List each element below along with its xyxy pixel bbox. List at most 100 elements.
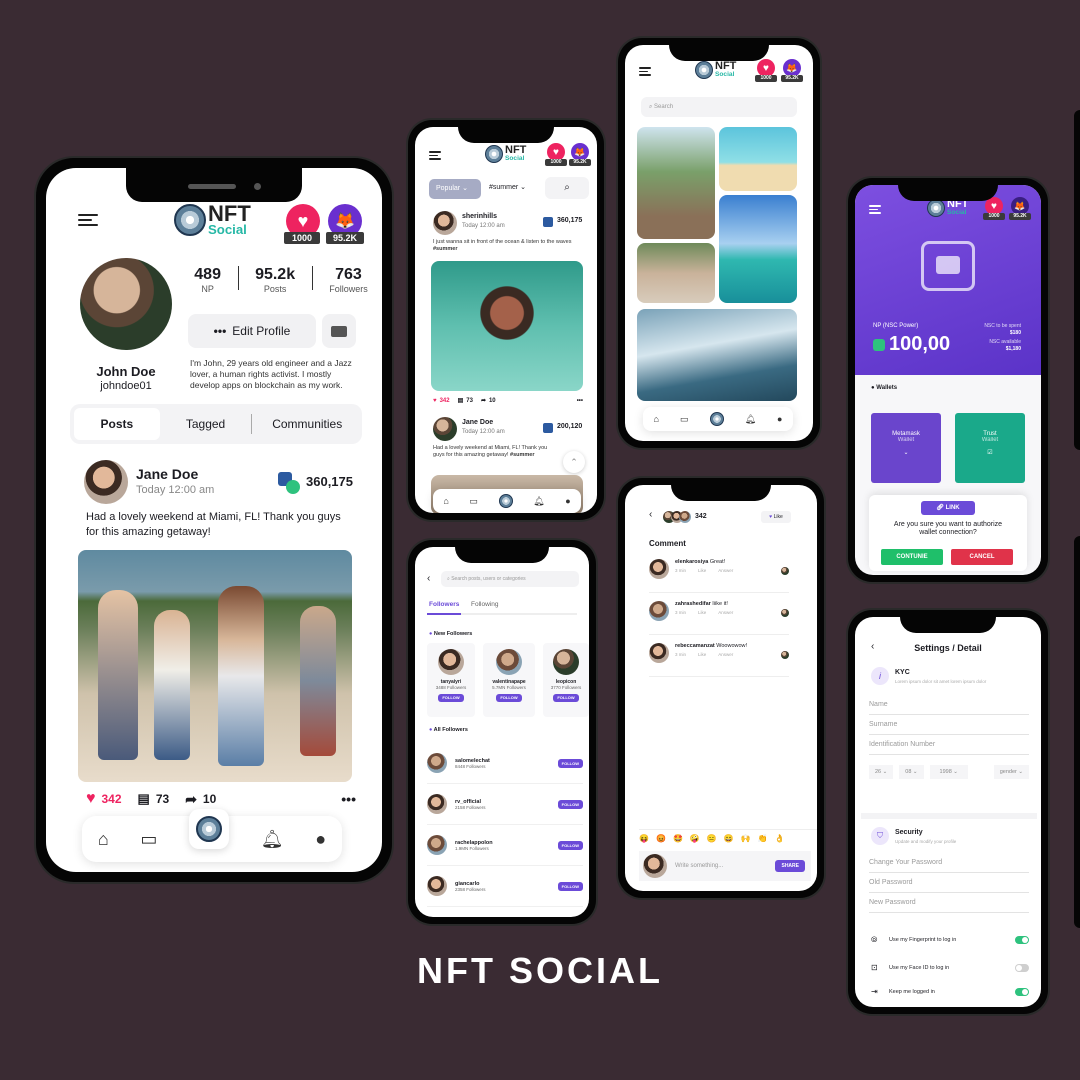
menu-icon[interactable] <box>639 67 651 79</box>
fingerprint-toggle[interactable] <box>1015 936 1029 944</box>
comment-avatar[interactable] <box>649 601 669 621</box>
menu-icon[interactable] <box>429 151 441 163</box>
new-follower-card[interactable]: leopicon 3770 Followers FOLLOW <box>543 643 589 717</box>
explore-photo-sea[interactable] <box>719 195 797 303</box>
like-icon[interactable]: ♥ <box>433 398 437 404</box>
follower-row[interactable]: salomelechat 8448 Followers FOLLOW <box>427 743 583 784</box>
emoji-button[interactable]: 🤩 <box>673 834 683 843</box>
share-icon[interactable]: ➦ <box>481 397 486 404</box>
explore-photo-beach[interactable] <box>719 127 797 191</box>
camera-nav-icon[interactable] <box>189 809 230 849</box>
tab-following[interactable]: Following <box>471 601 498 608</box>
comment-answer-link[interactable]: Answer <box>718 610 733 615</box>
tag-summer[interactable]: #summer ⌄ <box>489 183 526 191</box>
continue-button[interactable]: CONTUNIE <box>881 549 943 565</box>
post-author-avatar[interactable] <box>84 460 128 504</box>
follower-row[interactable]: rv_official 2158 Followers FOLLOW <box>427 784 583 825</box>
follower-avatar[interactable] <box>427 753 447 773</box>
user-icon[interactable]: ● <box>565 496 570 506</box>
link-button[interactable]: 🔗︎ LINK <box>921 501 975 515</box>
post-author-avatar[interactable] <box>433 417 457 441</box>
follower-row[interactable]: giancarlo 2358 Followers FOLLOW <box>427 866 583 907</box>
dob-month-select[interactable]: 08 ⌄ <box>899 765 924 779</box>
surname-field[interactable]: Surname <box>869 715 1029 735</box>
comment-user[interactable]: rebeccamanzat <box>675 643 715 649</box>
change-password-field[interactable]: Change Your Password <box>869 853 1029 873</box>
explore-photo-group[interactable] <box>637 243 715 303</box>
home-icon[interactable]: ⌂ <box>443 496 448 506</box>
bell-icon[interactable]: 🔔︎ <box>745 414 756 425</box>
home-icon[interactable]: ⌂ <box>98 829 109 850</box>
follower-avatar[interactable] <box>427 794 447 814</box>
follow-button[interactable]: FOLLOW <box>557 840 583 850</box>
wallet-nav-icon[interactable]: ▭ <box>680 414 689 425</box>
comment-like-link[interactable]: Like <box>698 610 706 615</box>
cancel-button[interactable]: CANCEL <box>951 549 1013 565</box>
comment-answer-link[interactable]: Answer <box>718 652 733 657</box>
comment-input[interactable]: Write something... <box>675 863 775 869</box>
back-icon[interactable]: ‹ <box>427 573 430 584</box>
like-button[interactable]: ♥ Like <box>761 511 791 523</box>
emoji-button[interactable]: 🙌 <box>741 834 751 843</box>
profile-avatar[interactable] <box>80 258 172 350</box>
dob-year-select[interactable]: 1998 ⌄ <box>929 765 968 779</box>
emoji-button[interactable]: 😡 <box>656 834 666 843</box>
camera-nav-icon[interactable] <box>498 494 513 508</box>
new-password-field[interactable]: New Password <box>869 893 1029 913</box>
comment-icon[interactable]: ▤ <box>138 791 150 807</box>
emoji-button[interactable]: 😄 <box>724 834 734 843</box>
emoji-button[interactable]: 🤪 <box>690 834 700 843</box>
user-icon[interactable]: ● <box>777 414 782 424</box>
bell-icon[interactable]: 🔔︎ <box>261 829 284 850</box>
share-button[interactable]: SHARE <box>775 860 805 872</box>
comment-avatar[interactable] <box>649 643 669 663</box>
follower-avatar[interactable] <box>427 876 447 896</box>
back-icon[interactable]: ‹ <box>649 509 652 520</box>
emoji-button[interactable]: 😝 <box>639 834 649 843</box>
menu-icon[interactable] <box>869 205 881 217</box>
bell-icon[interactable]: 🔔︎ <box>533 496 544 507</box>
trust-card[interactable]: Trust Wallet ☑ <box>955 413 1025 483</box>
metamask-card[interactable]: Metamask Wallet ⌄ <box>871 413 941 483</box>
follow-button[interactable]: FOLLOW <box>557 758 583 768</box>
comment-user[interactable]: elenkarosiya <box>675 559 708 565</box>
filter-popular[interactable]: Popular ⌄ <box>429 179 481 199</box>
follow-button[interactable]: FOLLOW <box>553 694 579 702</box>
camera-nav-icon[interactable] <box>709 412 724 426</box>
post-author[interactable]: Jane Doe <box>136 466 198 482</box>
post-author[interactable]: Jane Doe <box>462 419 493 426</box>
post-author-avatar[interactable] <box>433 211 457 235</box>
post-photo[interactable] <box>431 261 583 391</box>
home-icon[interactable]: ⌂ <box>654 414 659 424</box>
post-more-icon[interactable]: ••• <box>577 398 583 404</box>
share-icon[interactable]: ➦ <box>185 791 197 808</box>
user-icon[interactable]: ● <box>315 829 326 850</box>
emoji-button[interactable]: 👌 <box>775 834 785 843</box>
follow-button[interactable]: FOLLOW <box>557 881 583 891</box>
emoji-button[interactable]: 😑 <box>707 834 717 843</box>
wallet-scan-icon[interactable] <box>921 241 975 291</box>
comment-like-link[interactable]: Like <box>698 568 706 573</box>
follow-button[interactable]: FOLLOW <box>438 694 464 702</box>
dob-day-select[interactable]: 26 ⌄ <box>869 765 894 779</box>
post-more-icon[interactable]: ••• <box>341 791 356 807</box>
comment-avatar[interactable] <box>649 559 669 579</box>
gender-select[interactable]: gender ⌄ <box>993 765 1029 779</box>
name-field[interactable]: Name <box>869 695 1029 715</box>
tab-followers[interactable]: Followers <box>429 601 459 608</box>
follow-button[interactable]: FOLLOW <box>557 799 583 809</box>
tab-posts[interactable]: Posts <box>74 408 160 440</box>
like-icon[interactable]: ♥ <box>86 790 96 808</box>
wallet-button[interactable] <box>322 314 356 348</box>
comment-user[interactable]: zahrashedifar <box>675 601 711 607</box>
feed-search-icon[interactable]: ⌕ <box>545 177 589 199</box>
menu-icon[interactable] <box>78 214 98 229</box>
post-photo[interactable] <box>78 550 352 782</box>
tab-communities[interactable]: Communities <box>252 417 362 431</box>
emoji-button[interactable]: 👏 <box>758 834 768 843</box>
wallet-nav-icon[interactable]: ▭ <box>140 829 157 850</box>
id-number-field[interactable]: Identification Number <box>869 735 1029 755</box>
followers-search-input[interactable]: ⌕ Search posts, users or categories <box>441 571 579 587</box>
comment-icon[interactable]: ▤ <box>458 397 464 404</box>
new-follower-card[interactable]: valentinapape 5.7MN Followers FOLLOW <box>483 643 535 717</box>
